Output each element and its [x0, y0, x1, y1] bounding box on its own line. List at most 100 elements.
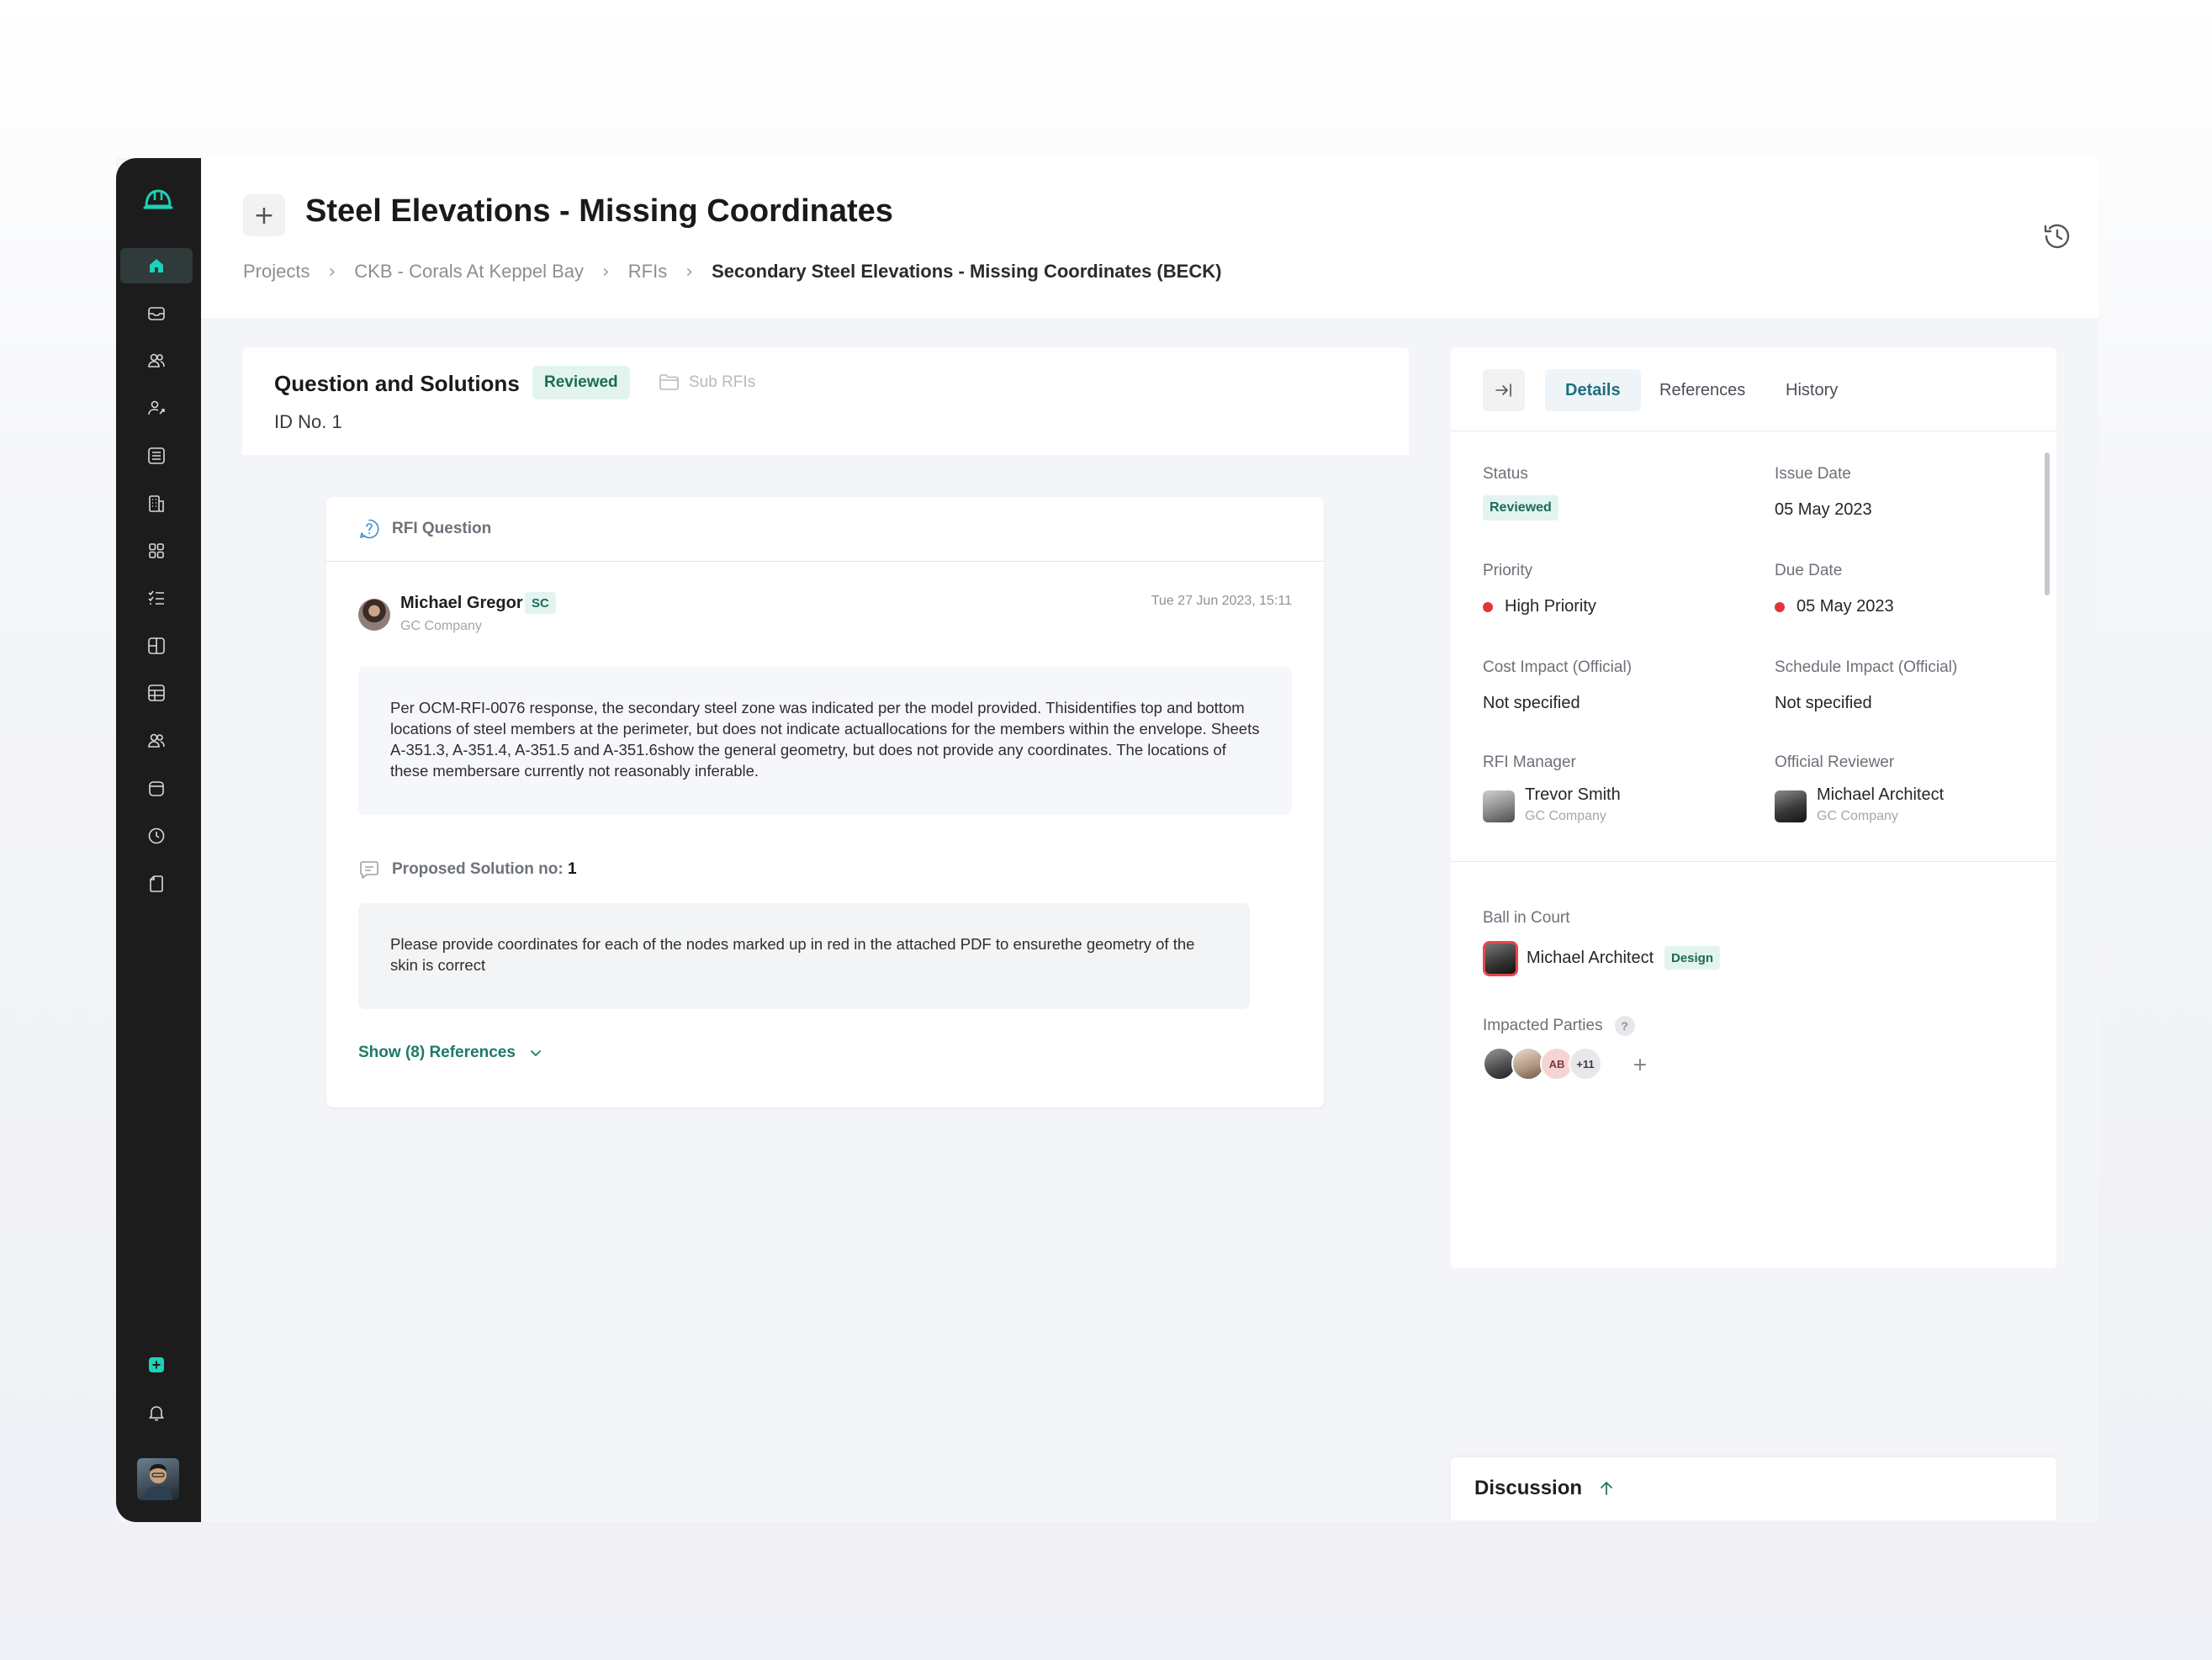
issue-date-label: Issue Date [1775, 465, 1851, 483]
rfi-card-header: RFI Question [326, 497, 1324, 562]
history-icon [2044, 224, 2070, 249]
sub-rfis-link[interactable]: Sub RFIs [659, 373, 755, 393]
rfi-manager-field: RFI Manager Trevor Smith GC Company [1483, 753, 1621, 823]
ball-in-court-avatar [1483, 941, 1518, 976]
discussion-bar[interactable]: Discussion [1451, 1457, 2056, 1520]
ball-in-court-person[interactable]: Michael Architect Design [1483, 941, 1903, 978]
sidebar-item-clock[interactable] [120, 818, 193, 854]
breadcrumb-projects[interactable]: Projects [243, 261, 310, 283]
details-scrollbar[interactable] [2045, 452, 2050, 595]
schedule-impact-value: Not specified [1775, 694, 1872, 712]
author-name[interactable]: Michael Gregor [400, 594, 523, 613]
hard-hat-logo-icon[interactable] [141, 183, 175, 217]
question-icon [360, 519, 379, 539]
issue-date-value: 05 May 2023 [1775, 500, 1872, 519]
help-icon[interactable]: ? [1614, 1016, 1635, 1036]
priority-dot [1483, 601, 1493, 612]
author-avatar[interactable] [358, 599, 390, 631]
sidebar-item-inbox[interactable] [120, 296, 193, 331]
rfi-manager-company: GC Company [1525, 809, 1606, 823]
sidebar-add-button[interactable] [120, 1347, 193, 1382]
priority-field: Priority High Priority [1483, 562, 1596, 616]
official-reviewer-company: GC Company [1817, 809, 1898, 823]
arrow-right-to-line-icon [1495, 383, 1511, 397]
show-references-button[interactable]: Show (8) References [358, 1044, 544, 1062]
checklist-icon [148, 590, 164, 605]
breadcrumb-rfis[interactable]: RFIs [628, 261, 667, 283]
collapse-panel-button[interactable] [1483, 369, 1525, 411]
document-icon [150, 875, 163, 892]
author-company: GC Company [400, 619, 482, 633]
details-panel: Details References History Status Review… [1451, 347, 2056, 1268]
cost-impact-label: Cost Impact (Official) [1483, 658, 1633, 676]
folder-icon [659, 374, 679, 390]
sidebar-item-calendar[interactable] [120, 771, 193, 806]
rfi-manager-label: RFI Manager [1483, 753, 1576, 771]
rfi-manager-avatar [1483, 790, 1515, 822]
team-icon [148, 353, 165, 367]
add-impacted-party-button[interactable]: + [1626, 1050, 1654, 1079]
add-button[interactable]: + [243, 194, 285, 236]
question-timestamp: Tue 27 Jun 2023, 15:11 [1151, 594, 1292, 608]
rfi-manager-person[interactable]: Trevor Smith GC Company [1483, 785, 1621, 823]
impacted-parties-header: Impacted Parties ? [1483, 1016, 1635, 1036]
layout-icon [148, 637, 165, 654]
author-role-badge: SC [525, 592, 556, 614]
official-reviewer-field: Official Reviewer Michael Architect GC C… [1775, 753, 1944, 823]
due-date-value: 05 May 2023 [1797, 597, 1894, 616]
chevron-right-icon: › [685, 261, 694, 283]
sidebar-item-group[interactable] [120, 723, 193, 759]
user-avatar[interactable] [137, 1458, 179, 1500]
table-icon [148, 685, 165, 701]
grid-icon [149, 543, 164, 558]
sidebar-item-layout[interactable] [120, 628, 193, 663]
sidebar-notifications[interactable] [120, 1395, 193, 1430]
history-button[interactable] [2038, 217, 2077, 256]
chevron-right-icon: › [328, 261, 336, 283]
impacted-party-more[interactable]: +11 [1569, 1047, 1602, 1081]
cost-impact-field: Cost Impact (Official) Not specified [1483, 658, 1632, 713]
sidebar-item-team[interactable] [120, 343, 193, 378]
comment-icon [360, 861, 378, 879]
breadcrumb-current: Secondary Steel Elevations - Missing Coo… [712, 261, 1222, 282]
schedule-impact-label: Schedule Impact (Official) [1775, 658, 1958, 676]
official-reviewer-person[interactable]: Michael Architect GC Company [1775, 785, 1944, 823]
breadcrumb-project[interactable]: CKB - Corals At Keppel Bay [354, 261, 584, 283]
impacted-parties-list: AB +11 + [1483, 1047, 1819, 1082]
clock-icon [148, 827, 165, 844]
sub-rfis-label: Sub RFIs [689, 373, 756, 391]
sidebar [116, 158, 201, 1522]
rfi-question-card: RFI Question Michael Gregor SC GC Compan… [326, 497, 1324, 1108]
sidebar-item-user-share[interactable] [120, 390, 193, 426]
impacted-parties-label: Impacted Parties [1483, 1017, 1603, 1034]
question-solutions-panel: Question and Solutions Reviewed Sub RFIs… [242, 347, 1409, 1264]
sidebar-item-list[interactable] [120, 438, 193, 473]
sidebar-item-home[interactable] [120, 248, 193, 283]
building-icon [149, 495, 164, 512]
bell-icon [148, 1406, 165, 1421]
panel-header: Question and Solutions Reviewed Sub RFIs… [242, 347, 1409, 455]
schedule-impact-field: Schedule Impact (Official) Not specified [1775, 658, 1957, 713]
app-window: + Steel Elevations - Missing Coordinates… [116, 158, 2098, 1522]
tab-details[interactable]: Details [1545, 369, 1641, 411]
sidebar-item-table[interactable] [120, 675, 193, 711]
status-field: Status Reviewed [1483, 465, 1558, 521]
priority-value: High Priority [1505, 597, 1596, 616]
sidebar-item-grid[interactable] [120, 533, 193, 568]
list-icon [148, 447, 165, 464]
chevron-right-icon: › [601, 261, 610, 283]
author-row: Michael Gregor SC GC Company Tue 27 Jun … [358, 592, 1292, 636]
sidebar-item-building[interactable] [120, 486, 193, 521]
chevron-down-icon [531, 1050, 541, 1056]
sidebar-item-checklist[interactable] [120, 580, 193, 616]
official-reviewer-name: Michael Architect [1817, 785, 1945, 804]
issue-date-field: Issue Date 05 May 2023 [1775, 465, 1872, 520]
status-badge: Reviewed [1483, 495, 1558, 521]
sidebar-item-document[interactable] [120, 866, 193, 901]
tab-references[interactable]: References [1639, 369, 1765, 411]
proposed-solution-label: Proposed Solution no: [392, 860, 564, 878]
arrow-up-icon [1601, 1482, 1612, 1495]
due-date-field: Due Date 05 May 2023 [1775, 562, 1894, 616]
tab-history[interactable]: History [1765, 369, 1858, 411]
discussion-title: Discussion [1474, 1477, 1583, 1499]
